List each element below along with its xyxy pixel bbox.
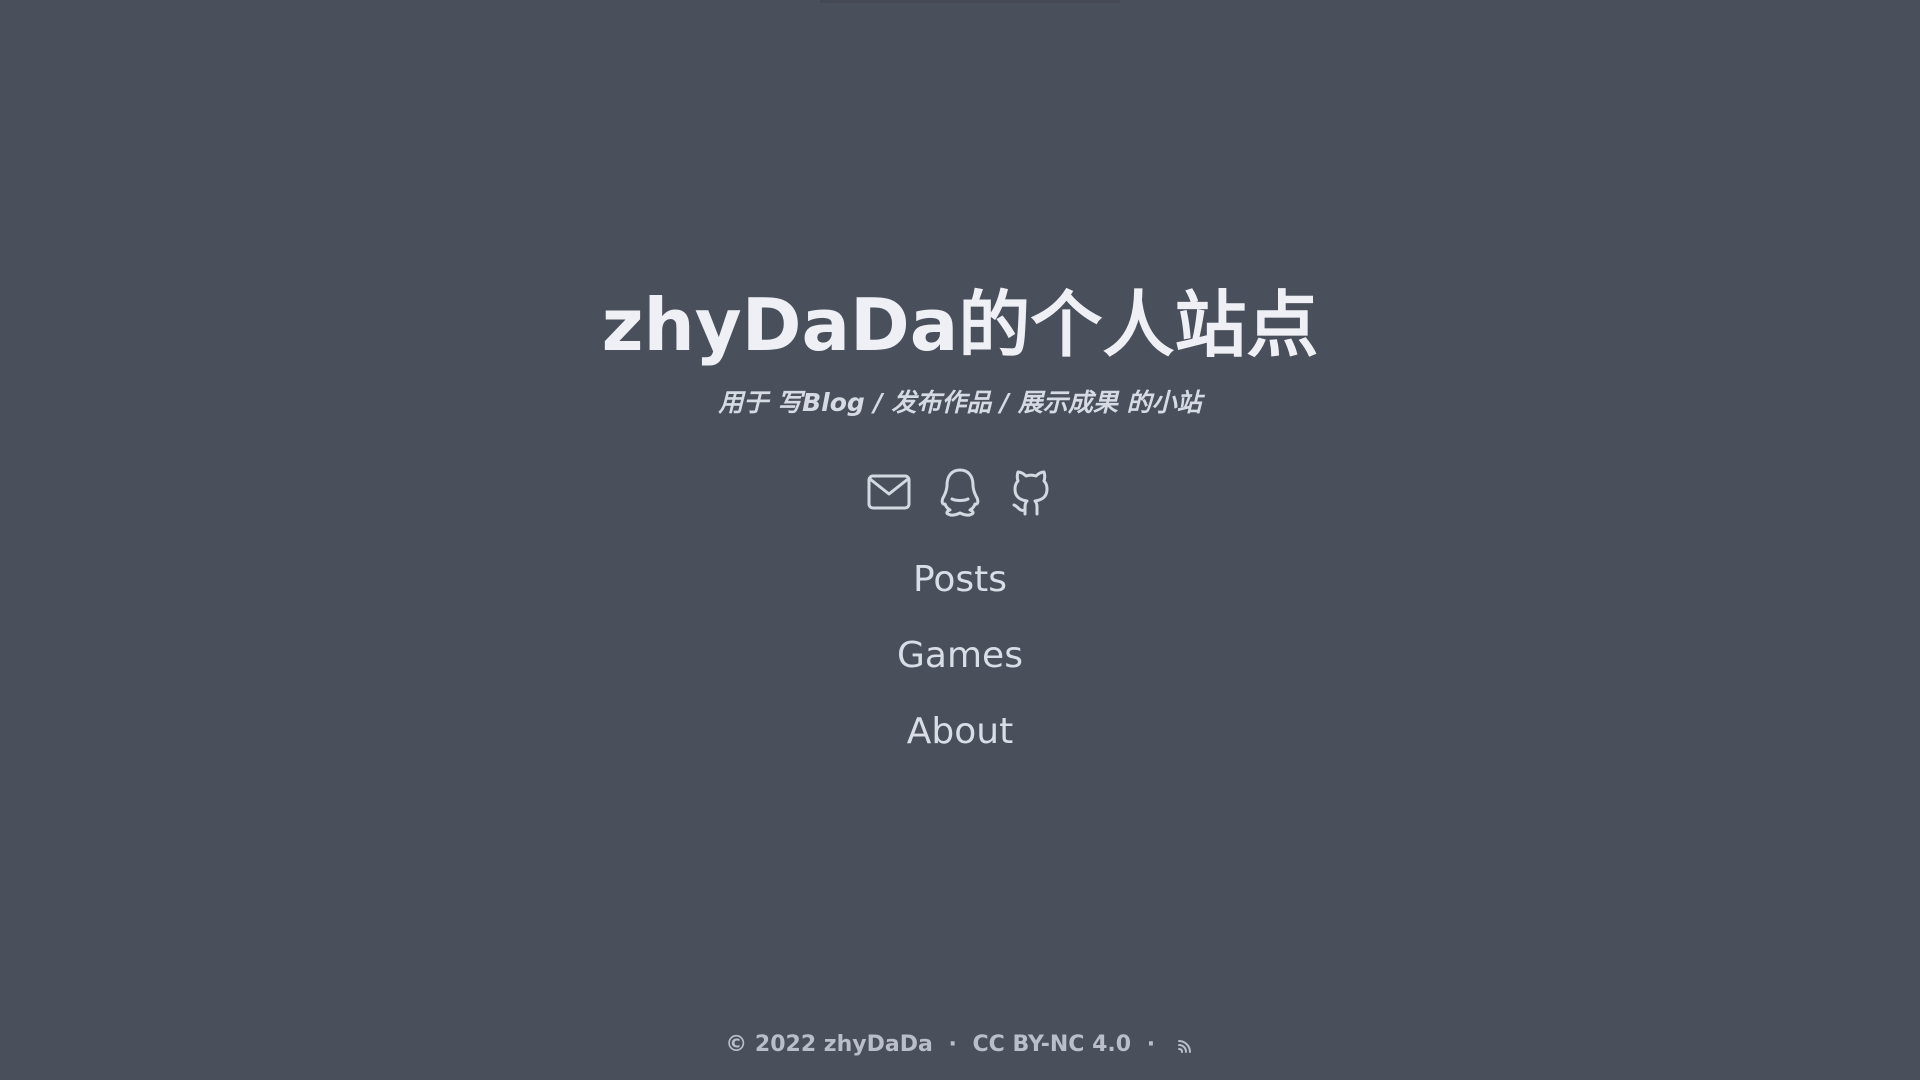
footer-separator: · xyxy=(948,1032,957,1057)
site-footer: © 2022 zhyDaDa · CC BY-NC 4.0 · xyxy=(0,1030,1920,1060)
qq-icon xyxy=(936,466,984,522)
footer-separator: · xyxy=(1146,1032,1156,1057)
main-nav: Posts Games About xyxy=(0,555,1920,783)
rss-icon[interactable] xyxy=(1175,1035,1195,1055)
nav-about[interactable]: About xyxy=(810,707,1110,757)
github-icon xyxy=(1007,466,1055,522)
github-link[interactable] xyxy=(1007,468,1055,520)
site-subtitle: 用于 写Blog / 发布作品 / 展示成果 的小站 xyxy=(718,388,1202,417)
social-links xyxy=(0,468,1920,520)
mail-link[interactable] xyxy=(865,468,913,520)
mail-icon xyxy=(865,466,913,522)
footer-license[interactable]: CC BY-NC 4.0 xyxy=(973,1030,1132,1060)
qq-link[interactable] xyxy=(936,468,984,520)
top-edge-shade xyxy=(820,0,1120,3)
site-title: zhyDaDa的个人站点 xyxy=(601,283,1319,367)
nav-games[interactable]: Games xyxy=(810,631,1110,681)
footer-copyright: © 2022 zhyDaDa xyxy=(725,1032,933,1057)
nav-posts[interactable]: Posts xyxy=(810,555,1110,605)
